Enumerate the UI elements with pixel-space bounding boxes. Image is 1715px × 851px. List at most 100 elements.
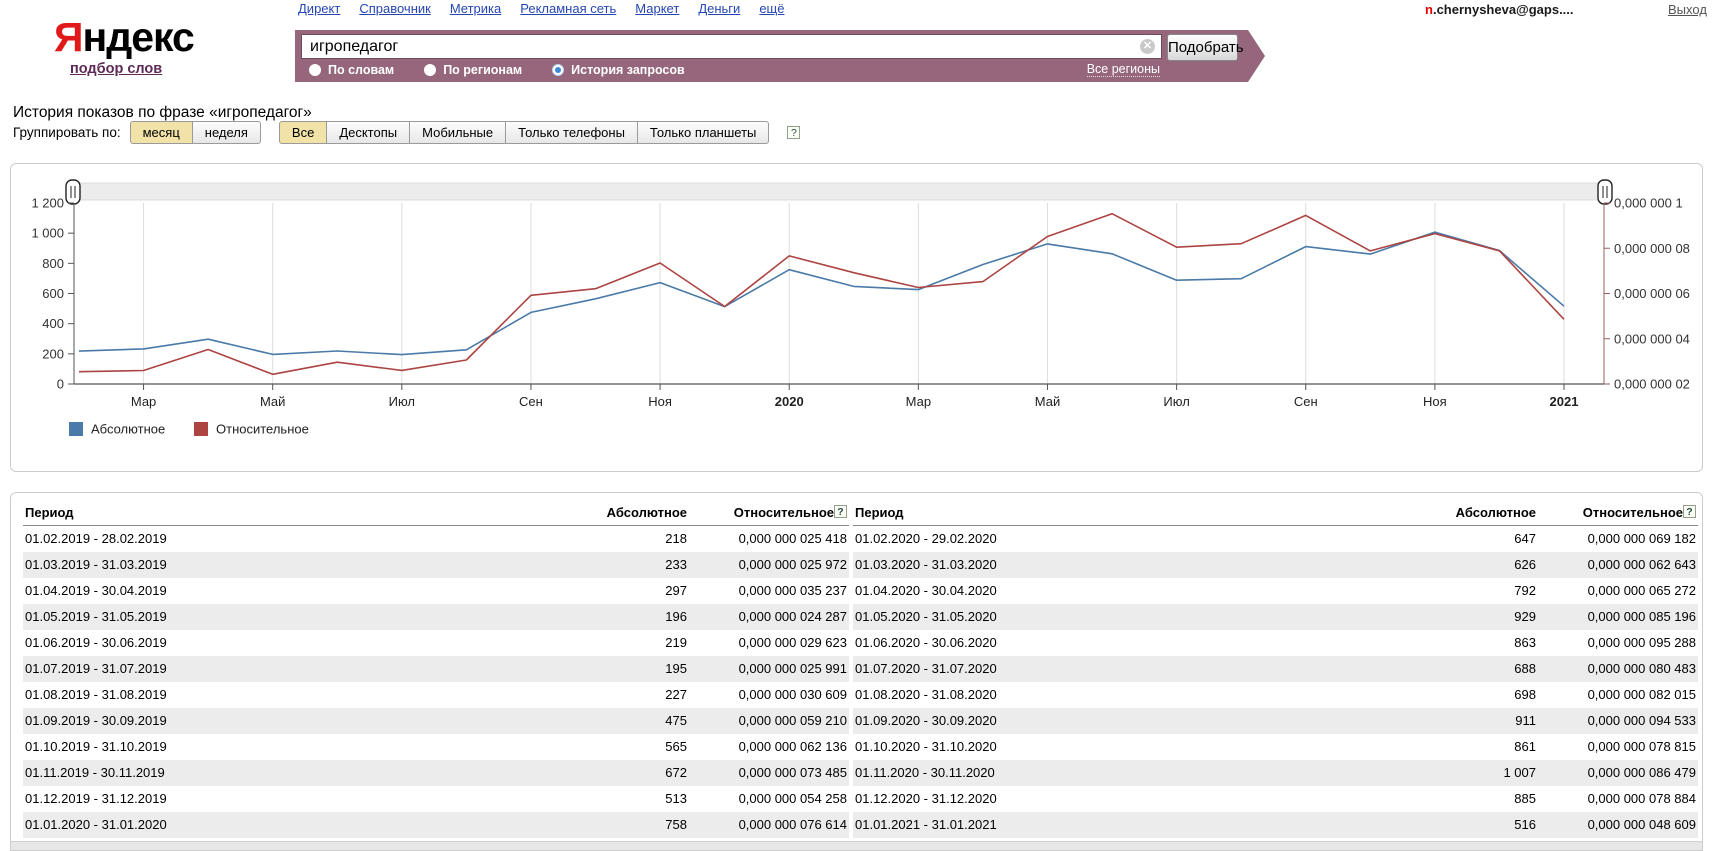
relative-cell: 0,000 000 069 182 <box>1538 526 1698 552</box>
relative-cell: 0,000 000 094 533 <box>1538 708 1698 734</box>
horizontal-scrollbar[interactable] <box>11 841 1702 850</box>
device-filter-Только телефоны[interactable]: Только телефоны <box>505 121 638 144</box>
submit-button[interactable]: Подобрать <box>1167 34 1238 61</box>
period-cell: 01.10.2019 - 31.10.2019 <box>23 734 539 760</box>
help-icon[interactable]: ? <box>834 505 847 518</box>
period-cell: 01.07.2020 - 31.07.2020 <box>853 656 1388 682</box>
relative-cell: 0,000 000 078 884 <box>1538 786 1698 812</box>
right-axis-tick-label: 0,000 000 02 <box>1614 377 1690 392</box>
absolute-cell: 513 <box>539 786 689 812</box>
nav-link-ещё[interactable]: ещё <box>759 1 784 16</box>
absolute-cell: 195 <box>539 656 689 682</box>
left-axis-tick-label: 200 <box>42 346 64 361</box>
period-cell: 01.06.2019 - 30.06.2019 <box>23 630 539 656</box>
relative-cell: 0,000 000 059 210 <box>689 708 849 734</box>
group-by-месяц[interactable]: месяц <box>130 121 193 144</box>
radio-icon[interactable] <box>424 64 436 76</box>
range-slider-track[interactable] <box>74 183 1604 200</box>
absolute-cell: 218 <box>539 526 689 552</box>
nav-link-Директ[interactable]: Директ <box>298 1 340 16</box>
device-filter-Все[interactable]: Все <box>279 121 327 144</box>
column-header-Относительное[interactable]: Относительное? <box>689 498 849 526</box>
all-regions-link[interactable]: Все регионы <box>1087 62 1160 77</box>
help-icon[interactable]: ? <box>1683 505 1696 518</box>
legend-swatch <box>69 422 83 436</box>
relative-cell: 0,000 000 085 196 <box>1538 604 1698 630</box>
device-filter-Только планшеты[interactable]: Только планшеты <box>637 121 769 144</box>
legend-label: Относительное <box>216 422 309 437</box>
absolute-cell: 792 <box>1388 578 1538 604</box>
table-row: 01.10.2020 - 31.10.20208610,000 000 078 … <box>853 734 1698 760</box>
clear-search-icon[interactable]: ✕ <box>1140 39 1155 54</box>
history-chart: 02004006008001 0001 2000,000 000 020,000… <box>11 164 1702 471</box>
help-icon[interactable]: ? <box>787 126 800 139</box>
x-axis-tick-label: Мар <box>906 394 931 409</box>
series-line-Относительное <box>79 214 1564 375</box>
radio-selected-icon[interactable] <box>552 64 564 76</box>
radio-icon[interactable] <box>309 64 321 76</box>
table-row: 01.03.2019 - 31.03.20192330,000 000 025 … <box>23 552 849 578</box>
history-table: ПериодАбсолютноеОтносительное?01.02.2019… <box>23 498 849 838</box>
absolute-cell: 911 <box>1388 708 1538 734</box>
range-slider-handle-right-body[interactable] <box>1598 180 1612 204</box>
table-row: 01.03.2020 - 31.03.20206260,000 000 062 … <box>853 552 1698 578</box>
nav-link-Маркет[interactable]: Маркет <box>635 1 679 16</box>
period-cell: 01.04.2020 - 30.04.2020 <box>853 578 1388 604</box>
legend-swatch <box>194 422 208 436</box>
table-row: 01.01.2021 - 31.01.20215160,000 000 048 … <box>853 812 1698 838</box>
relative-cell: 0,000 000 078 815 <box>1538 734 1698 760</box>
range-slider-handle-left[interactable] <box>66 180 80 204</box>
range-slider-handle-right[interactable] <box>1598 180 1612 204</box>
period-cell: 01.12.2020 - 31.12.2020 <box>853 786 1388 812</box>
page-title: История показов по фразе «игропедагог» <box>13 104 312 122</box>
logo-letter-ya: Я <box>54 14 82 60</box>
column-header-Период[interactable]: Период <box>853 498 1388 526</box>
x-axis-tick-label: Ноя <box>1423 394 1447 409</box>
left-axis-tick-label: 0 <box>57 377 64 392</box>
period-cell: 01.02.2019 - 28.02.2019 <box>23 526 539 552</box>
device-filter-Десктопы[interactable]: Десктопы <box>326 121 410 144</box>
search-input[interactable] <box>302 35 1161 58</box>
search-mode-label: По регионам <box>443 63 522 77</box>
table-row: 01.05.2019 - 31.05.20191960,000 000 024 … <box>23 604 849 630</box>
table-header-row: ПериодАбсолютноеОтносительное? <box>23 498 849 526</box>
account-email[interactable]: n.chernysheva@gaps.... <box>1425 2 1574 17</box>
column-header-Относительное[interactable]: Относительное? <box>1538 498 1698 526</box>
column-header-Абсолютное[interactable]: Абсолютное <box>539 498 689 526</box>
nav-link-Деньги[interactable]: Деньги <box>698 1 740 16</box>
search-mode-История запросов[interactable]: История запросов <box>552 63 685 77</box>
range-slider-handle-left-body[interactable] <box>66 180 80 204</box>
device-filter-Мобильные[interactable]: Мобильные <box>409 121 506 144</box>
relative-cell: 0,000 000 024 287 <box>689 604 849 630</box>
logout-link[interactable]: Выход <box>1668 2 1707 17</box>
absolute-cell: 863 <box>1388 630 1538 656</box>
absolute-cell: 233 <box>539 552 689 578</box>
absolute-cell: 688 <box>1388 656 1538 682</box>
left-axis-tick-label: 1 000 <box>31 226 64 241</box>
search-mode-По словам[interactable]: По словам <box>309 63 394 77</box>
legend-item-Абсолютное[interactable]: Абсолютное <box>69 422 165 437</box>
relative-cell: 0,000 000 086 479 <box>1538 760 1698 786</box>
period-cell: 01.10.2020 - 31.10.2020 <box>853 734 1388 760</box>
nav-link-Метрика[interactable]: Метрика <box>450 1 501 16</box>
wordstat-home-link[interactable]: подбор слов <box>70 61 162 77</box>
column-header-Период[interactable]: Период <box>23 498 539 526</box>
account-email-rest: .chernysheva@gaps.... <box>1433 2 1574 17</box>
table-2019: ПериодАбсолютноеОтносительное?01.02.2019… <box>23 498 849 838</box>
table-row: 01.09.2020 - 30.09.20209110,000 000 094 … <box>853 708 1698 734</box>
table-row: 01.11.2019 - 30.11.20196720,000 000 073 … <box>23 760 849 786</box>
legend-item-Относительное[interactable]: Относительное <box>194 422 309 437</box>
table-header: ПериодАбсолютноеОтносительное? <box>23 498 849 526</box>
table-row: 01.10.2019 - 31.10.20195650,000 000 062 … <box>23 734 849 760</box>
left-axis-tick-label: 400 <box>42 316 64 331</box>
x-axis-tick-label: Май <box>260 394 285 409</box>
nav-link-Справочник[interactable]: Справочник <box>359 1 431 16</box>
column-header-Абсолютное[interactable]: Абсолютное <box>1388 498 1538 526</box>
group-by-label: Группировать по: <box>13 125 121 140</box>
table-body: 01.02.2019 - 28.02.20192180,000 000 025 … <box>23 526 849 838</box>
table-row: 01.12.2019 - 31.12.20195130,000 000 054 … <box>23 786 849 812</box>
group-by-неделя[interactable]: неделя <box>192 121 261 144</box>
nav-link-Рекламная сеть[interactable]: Рекламная сеть <box>520 1 616 16</box>
yandex-logo[interactable]: Яндекс <box>54 14 194 61</box>
search-mode-По регионам[interactable]: По регионам <box>424 63 522 77</box>
